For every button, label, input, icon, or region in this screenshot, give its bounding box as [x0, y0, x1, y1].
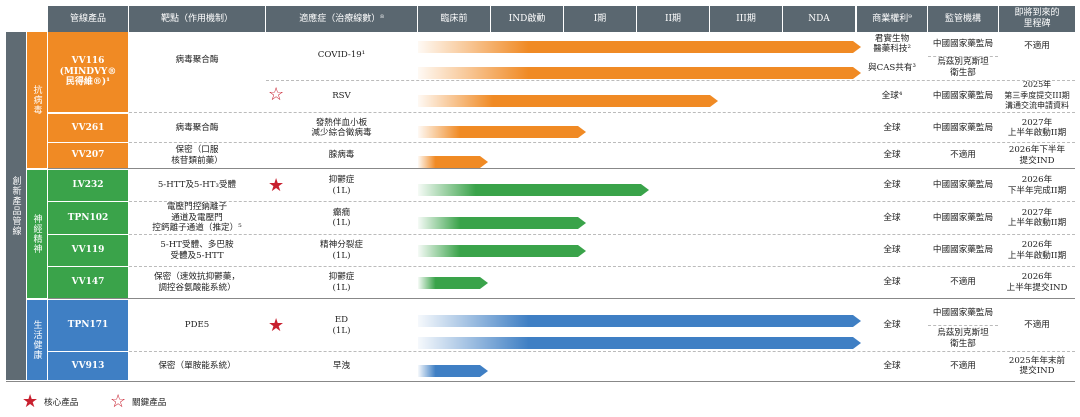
- indication-lv232: 抑鬱症 (1L): [328, 175, 355, 196]
- regulator-rsv: 中國國家藥監局: [932, 90, 994, 101]
- indication-vv913: 早洩: [332, 360, 351, 371]
- legend-core-star-icon: ★: [22, 391, 39, 412]
- progress-arrow-health: [418, 315, 861, 327]
- progress-arrow-neuro: [418, 245, 586, 257]
- progress-arrow-antiviral: [418, 126, 586, 138]
- indication-rsv: RSV: [332, 90, 351, 101]
- sidebar-health-label: 生活健康: [27, 300, 47, 380]
- indication-vv147: 抑鬱症 (1L): [328, 272, 355, 293]
- product-vv913: VV913: [48, 352, 128, 380]
- header-phase1: I期: [564, 6, 636, 32]
- regulator-vv207: 不適用: [950, 150, 976, 161]
- regulator-vv261: 中國國家藥監局: [932, 122, 994, 133]
- milestone-vv147: 2026年 上半年提交IND: [1006, 272, 1068, 293]
- sidebar-neuro-label: 神經精神: [27, 170, 47, 298]
- rights-vv119: 全球: [883, 245, 901, 256]
- indication-tpn102: 癲癇 (1L): [332, 207, 351, 229]
- product-lv232: LV232: [48, 170, 128, 201]
- core-product-star-icon: ★: [268, 175, 285, 196]
- milestone-vv116: 不適用: [1024, 40, 1050, 51]
- progress-arrow-health: [418, 337, 861, 349]
- progress-arrow-health: [418, 365, 488, 377]
- rights-lv232: 全球: [883, 180, 901, 191]
- progress-arrow-antiviral: [418, 67, 861, 79]
- milestone-tpn102: 2027年 上半年啟動II期: [1007, 207, 1067, 229]
- header-nda: NDA: [783, 6, 855, 32]
- target-lv232: 5-HTT及5-HT₃受體: [157, 180, 237, 191]
- target-vv119: 5-HT受體、多巴胺 受體及5-HTT: [160, 240, 234, 261]
- target-tpn102: 電壓門控鈉離子 通道及電壓門 控鈣離子通道（推定）⁵: [152, 202, 242, 234]
- header-rights: 商業權利⁹: [857, 6, 927, 32]
- regulator-tpn171-nmpa: 中國國家藥監局: [932, 307, 994, 318]
- header-milestone: 即將到來的 里程碑: [999, 6, 1075, 32]
- indication-vv207: 腺病毒: [328, 150, 355, 161]
- progress-arrow-antiviral: [418, 41, 861, 53]
- milestone-rsv: 2025年 第三季度提交III期 溝通交流申請資料: [1004, 80, 1070, 111]
- progress-arrow-antiviral: [418, 156, 488, 168]
- legend-core-label: 核心產品: [44, 397, 79, 408]
- milestone-vv119: 2026年 上半年啟動II期: [1007, 240, 1067, 261]
- sidebar-antiviral-label: 抗病毒: [27, 32, 47, 168]
- indication-vv261: 發熱伴血小板 減少綜合徵病毒: [311, 117, 372, 139]
- rights-rsv: 全球⁴: [881, 90, 903, 101]
- indication-vv119: 精神分裂症 (1L): [320, 240, 363, 261]
- progress-arrow-neuro: [418, 217, 586, 229]
- milestone-vv261: 2027年 上半年啟動II期: [1007, 117, 1067, 139]
- milestone-vv913: 2025年年末前 提交IND: [1008, 355, 1066, 377]
- regulator-tpn102: 中國國家藥監局: [932, 212, 994, 223]
- target-vv913: 保密（單胺能系統）: [158, 360, 236, 371]
- header-phase3: III期: [710, 6, 782, 32]
- milestone-tpn171: 不適用: [1024, 320, 1050, 331]
- legend-key-star-icon: ☆: [110, 391, 127, 412]
- header-target: 靶點（作用機制）: [129, 6, 265, 32]
- sidebar-main-label: 創新產品管線: [6, 32, 26, 380]
- rights-vv147: 全球: [883, 277, 901, 288]
- progress-arrow-neuro: [418, 277, 488, 289]
- regulator-vv913: 不適用: [950, 360, 976, 371]
- regulator-vv116-uz: 烏茲別克斯坦 衛生部: [937, 57, 989, 78]
- product-vv207: VV207: [48, 143, 128, 168]
- progress-arrow-neuro: [418, 184, 649, 196]
- rights-tpn171: 全球: [883, 320, 901, 331]
- regulator-vv119: 中國國家藥監局: [932, 245, 994, 256]
- core-product-star-icon: ★: [268, 315, 285, 336]
- progress-bars: [418, 41, 861, 377]
- milestone-vv207: 2026年下半年 提交IND: [1008, 145, 1066, 166]
- regulator-tpn171-uz: 烏茲別克斯坦 衛生部: [937, 328, 989, 349]
- header-indication: 適應症（治療線數）⁸: [266, 6, 417, 32]
- rights-vv207: 全球: [883, 150, 901, 161]
- progress-arrow-antiviral: [418, 95, 718, 107]
- product-vv116: VV116 (MINDVY® 民得維®)¹: [48, 32, 128, 112]
- product-vv119: VV119: [48, 235, 128, 266]
- legend-key-label: 關鍵產品: [132, 397, 167, 408]
- key-product-star-icon: ☆: [268, 84, 285, 105]
- indication-covid: COVID-19¹: [317, 49, 366, 60]
- target-vv116: 病毒聚合酶: [175, 54, 219, 65]
- target-vv261: 病毒聚合酶: [175, 122, 219, 133]
- rights-vv116-junshi: 君實生物 醫藥科技²: [873, 33, 911, 55]
- target-vv207: 保密（口服 核苷類前藥）: [171, 145, 223, 166]
- header-regulator: 監管機構: [928, 6, 998, 32]
- rights-tpn102: 全球: [883, 212, 901, 223]
- regulator-vv116-nmpa: 中國國家藥監局: [932, 38, 994, 49]
- product-tpn102: TPN102: [48, 202, 128, 234]
- header-phase2: II期: [637, 6, 709, 32]
- regulator-lv232: 中國國家藥監局: [932, 180, 994, 191]
- target-tpn171: PDE5: [184, 320, 210, 331]
- product-vv147: VV147: [48, 267, 128, 298]
- regulator-vv147: 不適用: [950, 277, 976, 288]
- target-vv147: 保密（速效抗抑鬱藥， 調控谷氨酸能系統）: [154, 272, 240, 293]
- rights-vv261: 全球: [883, 122, 901, 133]
- header-ind: IND啟動: [491, 6, 563, 32]
- header-preclinical: 臨床前: [418, 6, 490, 32]
- product-vv261: VV261: [48, 114, 128, 142]
- product-tpn171: TPN171: [48, 300, 128, 351]
- milestone-lv232: 2026年 下半年完成II期: [1007, 175, 1067, 196]
- indication-tpn171: ED (1L): [332, 315, 351, 336]
- rights-vv116-cas: 與CAS共有³: [868, 62, 916, 73]
- rights-vv913: 全球: [883, 360, 901, 371]
- header-product: 管線產品: [48, 6, 128, 32]
